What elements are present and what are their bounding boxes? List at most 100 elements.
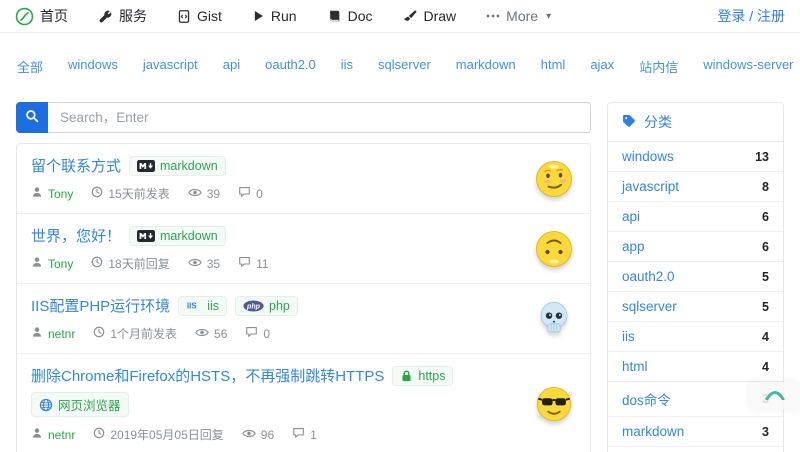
posts-column: 留个联系方式 markdown Tony 15天前发表 39 0 世界，您好！ … [16, 102, 591, 452]
category-count: 6 [762, 240, 769, 254]
nav-item-服务[interactable]: 服务 [98, 6, 147, 26]
nav-item-label: Gist [197, 8, 222, 24]
tag-filter-站内信[interactable]: 站内信 [639, 57, 678, 76]
eye-icon [188, 187, 202, 201]
iis-icon: IIS [186, 300, 202, 311]
post-row: 留个联系方式 markdown Tony 15天前发表 39 0 [17, 144, 590, 213]
nav-item-label: 服务 [119, 6, 147, 26]
category-item-oauth2.0[interactable]: oauth2.05 [608, 261, 783, 291]
tag-filter-windows-server[interactable]: windows-server [703, 57, 793, 76]
category-item-markdown[interactable]: markdown3 [608, 416, 783, 446]
post-title-link[interactable]: 留个联系方式 [31, 155, 121, 176]
category-count: 13 [755, 150, 769, 164]
post-time: 18天前回复 [91, 255, 169, 272]
tag-filter-markdown[interactable]: markdown [456, 57, 516, 76]
navbar-left: 首页 服务 Gist Run Doc Draw More▾ [15, 6, 551, 26]
post-comments: 1 [292, 427, 317, 442]
category-item-windows[interactable]: windows13 [608, 142, 783, 171]
nav-item-draw[interactable]: Draw [402, 8, 456, 24]
post-meta: netnr 2019年05月05日回复 96 1 [31, 426, 522, 443]
post-time: 2019年05月05日回复 [93, 426, 223, 443]
post-tag-badge[interactable]: 网页浏览器 [31, 392, 129, 417]
nav-item-gist[interactable]: Gist [177, 8, 222, 24]
post-row: IIS配置PHP运行环境 IISiisphpphp netnr 1个月前发表 5… [17, 283, 590, 353]
post-tag-badge[interactable]: markdown [129, 226, 226, 246]
post-views: 35 [188, 257, 220, 271]
post-author[interactable]: netnr [31, 427, 75, 442]
category-item-html[interactable]: html4 [608, 351, 783, 381]
search-button[interactable] [16, 102, 48, 133]
category-count: 5 [762, 300, 769, 314]
post-author[interactable]: Tony [31, 256, 73, 271]
post-tag-badge[interactable]: https [392, 366, 453, 386]
php-icon: php [243, 300, 264, 312]
post-tag-badge[interactable]: markdown [129, 156, 226, 176]
category-count: 4 [762, 330, 769, 344]
category-item-app[interactable]: app6 [608, 231, 783, 261]
post-tag-badge[interactable]: IISiis [178, 296, 227, 316]
tag-filter-iis[interactable]: iis [341, 57, 353, 76]
gist-icon [177, 9, 191, 24]
search-input[interactable] [48, 102, 591, 133]
nav-item-label: Run [271, 8, 297, 24]
comment-icon [245, 326, 258, 341]
post-time: 15天前发表 [91, 185, 169, 202]
category-item-api[interactable]: api6 [608, 201, 783, 231]
comment-icon [238, 256, 251, 271]
eye-icon [188, 257, 202, 271]
nav-item-run[interactable]: Run [252, 8, 297, 24]
chevron-up-icon [764, 387, 786, 405]
category-item-灌水[interactable]: 灌水3 [608, 446, 783, 452]
brand-home[interactable]: 首页 [15, 6, 68, 26]
globe-icon [39, 398, 53, 412]
upside-down-face-avatar[interactable] [532, 229, 576, 269]
comment-icon [292, 427, 305, 442]
clock-icon [91, 186, 103, 201]
category-count: 5 [762, 270, 769, 284]
post-title-link[interactable]: 删除Chrome和Firefox的HSTS，不再强制跳转HTTPS [31, 365, 384, 386]
tag-filter-html[interactable]: html [541, 57, 566, 76]
category-item-sqlserver[interactable]: sqlserver5 [608, 291, 783, 321]
tag-filter-javascript[interactable]: javascript [143, 57, 198, 76]
person-icon [31, 326, 43, 341]
ellipsis-icon [486, 13, 500, 19]
tag-filter-api[interactable]: api [223, 57, 240, 76]
login-register-link[interactable]: 登录 / 注册 [717, 6, 785, 26]
post-author[interactable]: Tony [31, 186, 73, 201]
search-icon [25, 109, 39, 126]
tag-filter-ajax[interactable]: ajax [590, 57, 614, 76]
sunglasses-face-avatar[interactable] [532, 384, 576, 424]
navbar: 首页 服务 Gist Run Doc Draw More▾ 登录 / 注册 [0, 0, 800, 33]
post-tag-badge[interactable]: phpphp [235, 296, 298, 316]
tag-filter-全部[interactable]: 全部 [17, 57, 43, 76]
person-icon [31, 186, 43, 201]
post-title-link[interactable]: 世界，您好！ [31, 225, 121, 246]
nav-item-more[interactable]: More▾ [486, 8, 551, 24]
main-content: 留个联系方式 markdown Tony 15天前发表 39 0 世界，您好！ … [0, 92, 800, 452]
tag-filter-sqlserver[interactable]: sqlserver [378, 57, 431, 76]
clock-icon [93, 427, 105, 442]
post-views: 96 [242, 428, 274, 442]
post-author[interactable]: netnr [31, 326, 75, 341]
markdown-icon [137, 160, 155, 172]
skull-face-avatar[interactable] [532, 299, 576, 339]
eye-icon [242, 428, 256, 442]
post-comments: 0 [245, 326, 270, 341]
wrench-icon [98, 9, 113, 24]
brand-label: 首页 [40, 6, 68, 26]
nav-item-doc[interactable]: Doc [327, 8, 373, 24]
tag-icon [622, 114, 636, 131]
smirk-face-avatar[interactable] [532, 159, 576, 199]
back-to-top-button[interactable] [750, 382, 800, 409]
tag-filter-oauth2.0[interactable]: oauth2.0 [265, 57, 316, 76]
category-item-javascript[interactable]: javascript8 [608, 171, 783, 201]
category-count: 4 [762, 360, 769, 374]
lock-icon [400, 369, 413, 383]
chevron-down-icon: ▾ [546, 11, 551, 22]
post-title-link[interactable]: IIS配置PHP运行环境 [31, 295, 170, 316]
tag-filter-windows[interactable]: windows [68, 57, 118, 76]
svg-text:php: php [246, 302, 261, 310]
post-time: 1个月前发表 [93, 325, 177, 342]
category-item-iis[interactable]: iis4 [608, 321, 783, 351]
categories-header: 分类 [608, 103, 783, 142]
